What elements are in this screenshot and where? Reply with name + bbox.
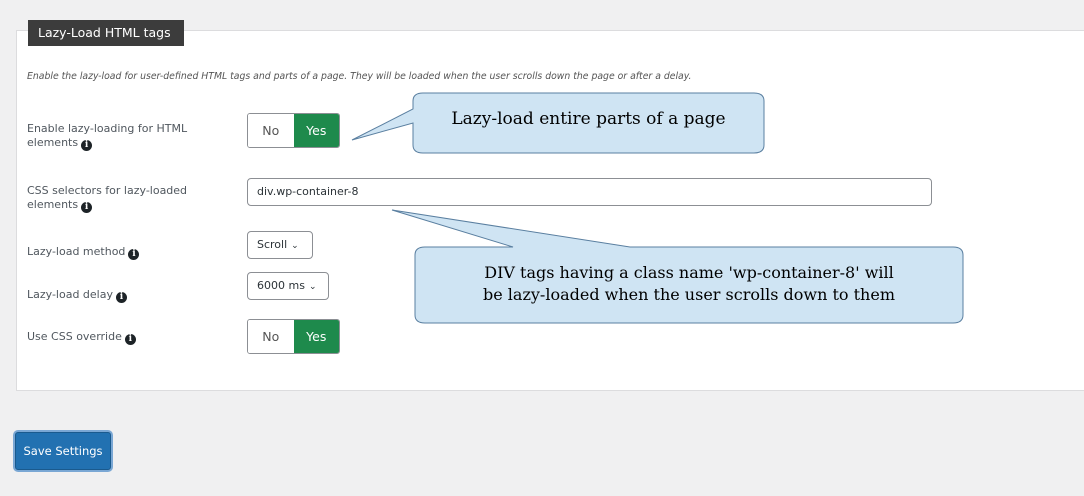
callout-2-line2: be lazy-loaded when the user scrolls dow…	[483, 285, 895, 304]
callout-shapes	[351, 92, 964, 324]
callout-2-line1: DIV tags having a class name 'wp-contain…	[484, 263, 894, 282]
callout-1-text: Lazy-load entire parts of a page	[451, 109, 726, 129]
save-settings-button[interactable]: Save Settings	[15, 432, 111, 470]
callout-2-text: DIV tags having a class name 'wp-contain…	[415, 262, 963, 306]
